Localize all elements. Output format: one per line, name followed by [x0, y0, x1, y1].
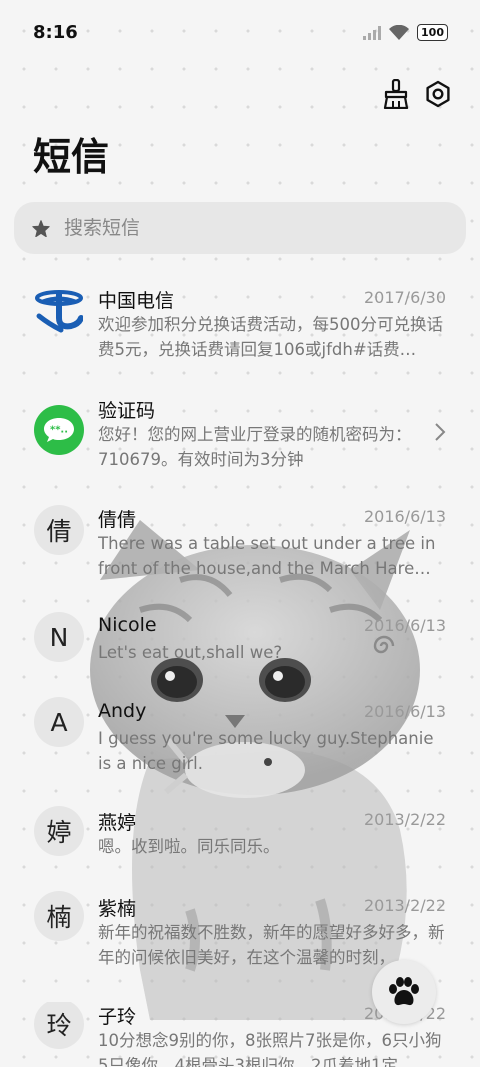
star-icon [32, 219, 50, 237]
conversation-preview: 欢迎参加积分兑换话费活动，每500分可兑换话费5元，兑换话费请回复106或jfd… [98, 315, 443, 359]
signal-icon [363, 25, 382, 40]
chevron-right-icon [435, 423, 446, 441]
search-input[interactable] [62, 216, 426, 240]
avatar: N [34, 612, 84, 662]
china-telecom-logo [35, 290, 83, 333]
conversation-item[interactable]: 倩 倩倩 2016/6/13 There was a table set out… [0, 505, 480, 585]
status-bar: 8:16 100 [0, 0, 480, 66]
page-title: 短信 [33, 135, 110, 179]
avatar [34, 286, 84, 336]
conversation-name: 燕婷 [98, 812, 137, 834]
conversation-date: 2013/2/22 [363, 810, 446, 829]
wifi-icon [389, 25, 410, 40]
conversation-name: 倩倩 [98, 509, 137, 531]
status-icons: 100 [363, 24, 448, 41]
conversation-preview: I guess you're some lucky guy.Stephanie … [98, 729, 434, 773]
avatar: A [34, 697, 84, 747]
conversation-item[interactable]: **.. 验证码 您好！您的网上营业厅登录的随机密码为：710679。有效时间为… [0, 396, 480, 476]
conversation-date: 2016/6/13 [363, 702, 446, 721]
settings-hex-icon [426, 80, 450, 108]
paw-icon [389, 977, 419, 1006]
verification-code-icon: **.. [44, 418, 74, 442]
conversation-preview: 您好！您的网上营业厅登录的随机密码为：710679。有效时间为3分钟 [98, 425, 412, 469]
avatar: 婷 [34, 806, 84, 856]
conversation-date: 2017/6/30 [363, 288, 446, 307]
compose-fab-button[interactable] [372, 960, 436, 1024]
search-bar[interactable] [14, 202, 466, 254]
conversation-date: 2013/2/22 [363, 896, 446, 915]
avatar: 倩 [34, 505, 84, 555]
theme-button[interactable] [379, 78, 411, 110]
conversation-item[interactable]: A Andy 2016/6/13 I guess you're some luc… [0, 697, 480, 780]
conversation-preview: There was a table set out under a tree i… [98, 534, 436, 578]
conversation-name: 紫楠 [98, 898, 137, 920]
svg-text:**..: **.. [50, 425, 68, 436]
conversation-date: 2016/6/13 [363, 507, 446, 526]
battery-indicator: 100 [417, 24, 448, 41]
conversation-item[interactable]: N Nicole 2016/6/13 Let's eat out,shall w… [0, 612, 480, 674]
avatar: 玲 [34, 1002, 84, 1049]
settings-button[interactable] [422, 78, 454, 110]
conversation-name: 验证码 [98, 400, 156, 422]
conversation-name: 子玲 [98, 1006, 137, 1028]
conversation-preview: 嗯。收到啦。同乐同乐。 [98, 837, 280, 856]
conversation-name: Andy [98, 700, 147, 722]
conversation-preview: Let's eat out,shall we? [98, 643, 283, 662]
broom-icon [383, 79, 409, 109]
conversation-item[interactable]: 婷 燕婷 2013/2/22 嗯。收到啦。同乐同乐。 [0, 806, 480, 868]
conversation-name: Nicole [98, 614, 157, 636]
conversation-item[interactable]: 中国电信 2017/6/30 欢迎参加积分兑换话费活动，每500分可兑换话费5元… [0, 286, 480, 366]
conversation-date: 2016/6/13 [363, 616, 446, 635]
avatar: **.. [34, 405, 84, 455]
conversation-name: 中国电信 [98, 290, 175, 312]
status-time: 8:16 [33, 22, 78, 43]
avatar: 楠 [34, 891, 84, 941]
conversation-preview: 10分想念9别的你，8张照片7张是你，6只小狗5只像你，4根骨头3根归你，2爪着… [98, 1031, 442, 1067]
